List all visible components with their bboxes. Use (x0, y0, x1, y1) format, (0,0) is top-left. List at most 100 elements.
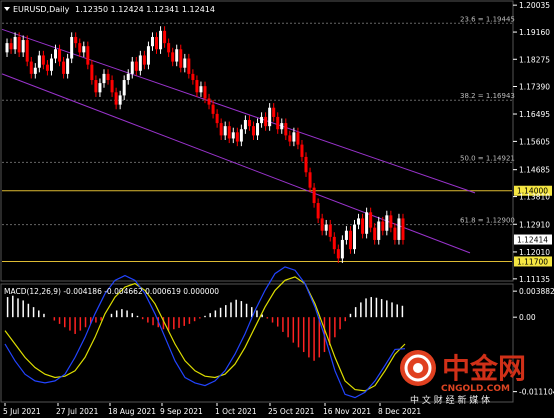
candle-body (373, 227, 377, 240)
candle-body (223, 126, 227, 136)
date-label: 16 Nov 2021 (323, 407, 371, 416)
candle-body (175, 49, 179, 62)
date-label: 9 Sep 2021 (160, 407, 203, 416)
candle-body (369, 212, 373, 228)
macd-tick-label: -0.011104 (519, 388, 554, 397)
price-tick-label: 1.13810 (519, 193, 550, 202)
candle-body (357, 218, 361, 225)
candle-body (215, 113, 219, 124)
candle-body (179, 49, 183, 68)
candle-body (264, 116, 268, 127)
date-label: 5 Jul 2021 (3, 407, 41, 416)
price-tick-label: 1.11135 (519, 275, 550, 284)
candle-body (171, 52, 175, 62)
candle-body (219, 123, 223, 136)
candle-body (292, 132, 296, 142)
candle-body (58, 49, 62, 62)
candle-body (288, 135, 292, 142)
date-label: 18 Aug 2021 (108, 407, 156, 416)
candle-body (348, 230, 352, 250)
candle-body (199, 86, 203, 93)
candle-body (62, 61, 66, 74)
candle-body (389, 215, 393, 228)
candle-body (381, 221, 385, 231)
candle-body (195, 80, 199, 93)
candle-body (284, 123, 288, 136)
candle-body (5, 43, 9, 53)
candle-body (94, 80, 98, 93)
candle-body (142, 55, 146, 65)
candle-body (183, 58, 187, 68)
price-tick-label: 1.19160 (519, 28, 550, 37)
candle-body (134, 61, 138, 71)
candle-body (74, 36, 78, 44)
candle-body (272, 107, 276, 117)
price-tick-label: 1.18275 (519, 55, 550, 64)
candle-body (146, 46, 150, 65)
candle-body (304, 156, 308, 173)
candle-body (344, 230, 348, 240)
fib-label: 23.6 = 1.19445 (460, 15, 515, 23)
macd-tick-label: 0.003882 (519, 287, 554, 296)
price-tick-label: 1.16495 (519, 110, 550, 119)
candle-body (13, 36, 17, 50)
candle-body (324, 224, 328, 231)
candle-body (243, 120, 247, 130)
price-tick-label: 1.12010 (519, 248, 550, 257)
candle-body (397, 218, 401, 240)
candle-body (332, 236, 336, 250)
candle-body (45, 64, 49, 71)
candle-body (106, 73, 110, 81)
candle-body (138, 55, 142, 71)
candle-body (110, 80, 114, 93)
candle-body (78, 43, 82, 53)
price-level-tag-label: 1.11700 (517, 257, 548, 266)
candle-body (251, 126, 255, 136)
candle-body (239, 129, 243, 142)
candle-body (130, 61, 134, 74)
candle-body (9, 43, 13, 50)
price-tick-label: 1.14685 (519, 166, 550, 175)
fib-label: 38.2 = 1.16943 (460, 92, 515, 100)
candle-body (308, 172, 312, 188)
candle-body (280, 123, 284, 130)
price-tick-label: 1.12910 (519, 220, 550, 229)
date-label: 1 Oct 2021 (215, 407, 257, 416)
candle-body (247, 120, 251, 127)
candle-body (377, 221, 381, 240)
candle-body (365, 212, 369, 234)
candle-body (98, 83, 102, 93)
date-label: 8 Dec 2021 (378, 407, 421, 416)
candle-body (114, 92, 118, 105)
current-price-label: 1.12414 (517, 236, 548, 245)
candle-body (211, 104, 215, 114)
candle-body (155, 36, 159, 50)
candle-body (122, 80, 126, 96)
candle-body (340, 239, 344, 259)
candle-body (21, 40, 25, 53)
candle-body (256, 123, 260, 136)
price-tick-label: 1.17390 (519, 82, 550, 91)
candle-body (385, 215, 389, 231)
candle-body (361, 218, 365, 234)
candle-body (235, 132, 239, 142)
candle-body (203, 86, 207, 99)
macd-header: MACD(12,26,9) -0.004186 -0.004662 0.0006… (4, 287, 219, 296)
candle-body (187, 58, 191, 74)
candle-body (352, 224, 356, 250)
candle-body (33, 67, 37, 74)
candle-body (191, 73, 195, 81)
price-tick-label: 1.20035 (519, 1, 550, 10)
candle-body (260, 116, 264, 124)
fib-label: 61.8 = 1.12900 (460, 217, 515, 225)
watermark-tagline: 中 文 财 经 新 媒 体 (410, 394, 490, 406)
candle-body (276, 116, 280, 130)
candle-body (401, 218, 405, 240)
candle-body (66, 58, 70, 74)
candle-body (41, 55, 45, 65)
candle-body (150, 36, 154, 47)
candle-body (70, 36, 74, 59)
candle-body (296, 132, 300, 145)
candle-body (316, 203, 320, 219)
date-label: 27 Jul 2021 (56, 407, 99, 416)
